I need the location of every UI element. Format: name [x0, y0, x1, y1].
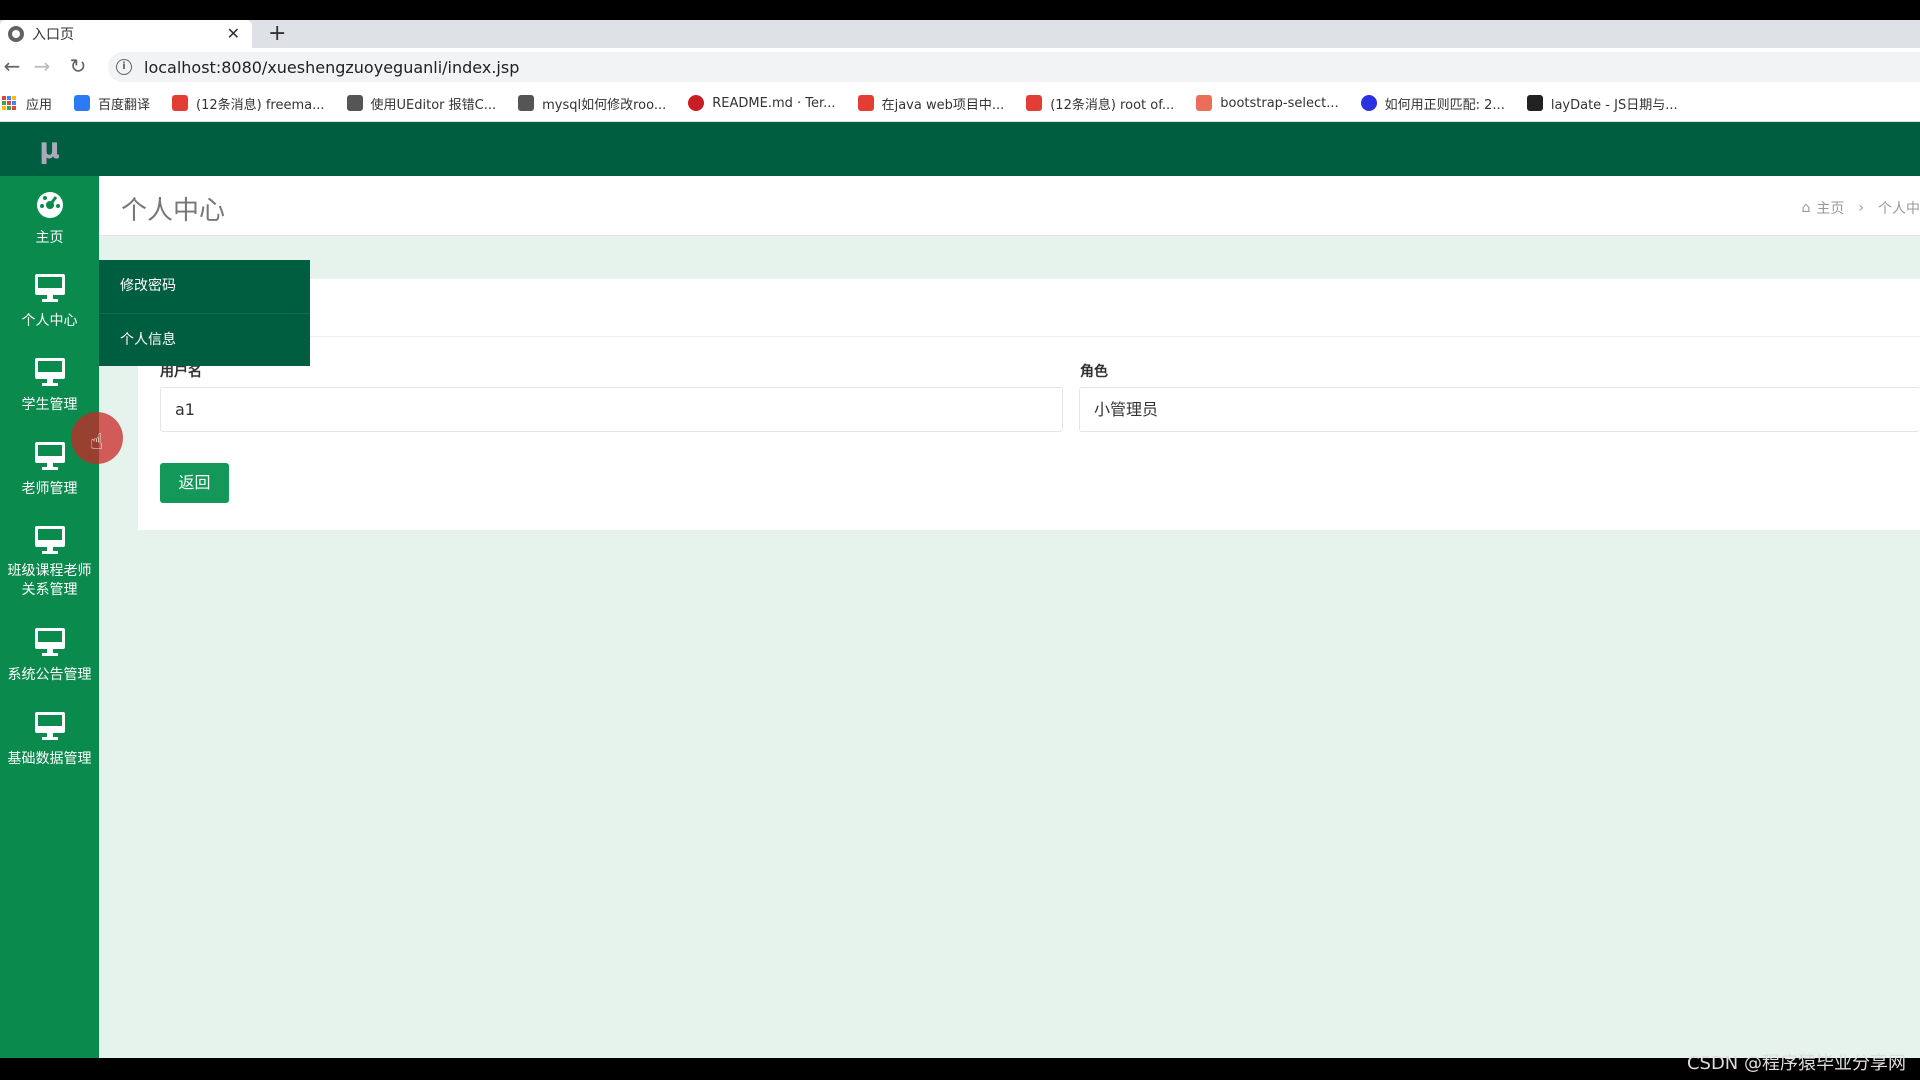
username-field[interactable]: a1: [160, 387, 1063, 432]
close-tab-icon[interactable]: ✕: [227, 24, 240, 43]
card-header: [138, 279, 1920, 337]
chevron-right-icon: ›: [1858, 200, 1864, 216]
watermark: CSDN @程序猿毕业分享网: [1686, 1053, 1906, 1074]
sidebar-item-label: 系统公告管理: [7, 667, 92, 683]
role-field[interactable]: 小管理员: [1079, 387, 1920, 432]
sidebar-item-label: 班级课程老师关系管理: [7, 563, 92, 598]
hand-cursor-icon: ☝: [90, 430, 104, 455]
bookmark-item[interactable]: (12条消息) root of...: [1026, 94, 1174, 113]
tab-title: 入口页: [32, 27, 74, 43]
sidebar-item-label: 主页: [35, 230, 64, 246]
apps-grid-icon: [2, 96, 16, 110]
monitor-icon: [34, 442, 65, 470]
home-icon: ⌂: [1801, 200, 1811, 216]
sidebar-item-label: 学生管理: [21, 397, 78, 413]
sidebar: μ 主页 个人中心 学生管理 老师管理 班级课程老师关系管理 系统公告管理 基础…: [0, 122, 99, 1058]
url-text[interactable]: localhost:8080/xueshengzuoyeguanli/index…: [144, 58, 519, 77]
profile-card: 用户名 a1 角色 小管理员 返回: [138, 279, 1920, 530]
yuque-icon: [518, 95, 535, 111]
screen-top-border: [0, 0, 1920, 20]
bookmark-item[interactable]: 百度翻译: [74, 94, 150, 113]
bookmark-item[interactable]: layDate - JS日期与...: [1526, 94, 1678, 113]
monitor-icon: [34, 358, 65, 386]
monitor-icon: [34, 628, 65, 656]
back-arrow-icon[interactable]: ←: [0, 54, 24, 78]
info-icon[interactable]: i: [116, 59, 132, 75]
bookmark-item[interactable]: (12条消息) freema...: [172, 94, 325, 113]
sidebar-item-label: 基础数据管理: [7, 751, 92, 767]
back-button[interactable]: 返回: [160, 463, 229, 503]
page-title: 个人中心: [121, 196, 226, 226]
csdn-icon: [172, 95, 189, 111]
breadcrumb-home-link[interactable]: 主页: [1816, 198, 1844, 218]
browser-tab-strip: 入口页 ✕ +: [0, 20, 1920, 48]
dashboard-icon: [36, 192, 63, 218]
bookmark-item[interactable]: 使用UEditor 报错C...: [346, 94, 496, 113]
sidebar-item-personal-center[interactable]: 个人中心: [0, 260, 99, 344]
baidu-icon: [1360, 95, 1377, 111]
monitor-icon: [34, 274, 65, 302]
submenu-item-change-password[interactable]: 修改密码: [99, 260, 310, 313]
bookmarks-bar: 应用 百度翻译 (12条消息) freema... 使用UEditor 报错C.…: [0, 85, 1920, 122]
app-logo[interactable]: μ: [0, 122, 99, 176]
sidebar-item-class-course-teacher[interactable]: 班级课程老师关系管理: [0, 512, 99, 614]
layui-icon: [1526, 95, 1543, 111]
app-root: μ 主页 个人中心 学生管理 老师管理 班级课程老师关系管理 系统公告管理 基础…: [0, 122, 1920, 1058]
sidebar-item-label: 老师管理: [21, 481, 78, 497]
submenu-item-personal-info[interactable]: 个人信息: [99, 313, 310, 366]
top-header-bar: [99, 122, 1920, 176]
bookmark-item[interactable]: bootstrap-select...: [1196, 95, 1339, 111]
new-tab-button[interactable]: +: [268, 20, 286, 48]
monitor-icon: [34, 526, 65, 554]
csdn-icon: [1026, 95, 1043, 111]
page-header: 个人中心 ⌂ 主页 › 个人中: [99, 176, 1920, 236]
bookmark-apps[interactable]: 应用: [0, 94, 52, 113]
reload-icon[interactable]: ↻: [66, 54, 90, 78]
breadcrumb-current: 个人中: [1878, 201, 1920, 217]
omnibox[interactable]: i localhost:8080/xueshengzuoyeguanli/ind…: [108, 52, 1920, 82]
screen-bottom-border: [0, 1058, 1920, 1080]
globe-icon: [8, 26, 24, 42]
monitor-icon: [34, 712, 65, 740]
bookmark-item[interactable]: mysql如何修改roo...: [518, 94, 666, 113]
bookmark-item[interactable]: 如何用正则匹配: 2...: [1360, 94, 1505, 113]
csdn-icon: [857, 95, 874, 111]
sidebar-item-home[interactable]: 主页: [0, 176, 99, 260]
sidebar-item-basic-data[interactable]: 基础数据管理: [0, 698, 99, 782]
browser-tab[interactable]: 入口页 ✕: [0, 20, 252, 48]
forward-arrow-icon[interactable]: →: [30, 54, 54, 78]
sidebar-item-announcements[interactable]: 系统公告管理: [0, 614, 99, 698]
jianshu-icon: [1196, 95, 1213, 111]
bookmark-item[interactable]: README.md · Ter...: [688, 95, 836, 111]
breadcrumb: ⌂ 主页 › 个人中: [1802, 198, 1920, 218]
personal-center-submenu: 修改密码 个人信息: [99, 260, 310, 366]
gitee-icon: [688, 95, 705, 111]
translate-icon: [74, 95, 91, 111]
bookmark-item[interactable]: 在java web项目中...: [857, 94, 1004, 113]
yuque-icon: [346, 95, 363, 111]
role-label: 角色: [1080, 364, 1108, 380]
address-bar-row: ← → ↻ i localhost:8080/xueshengzuoyeguan…: [0, 48, 1920, 85]
sidebar-item-label: 个人中心: [21, 313, 78, 329]
